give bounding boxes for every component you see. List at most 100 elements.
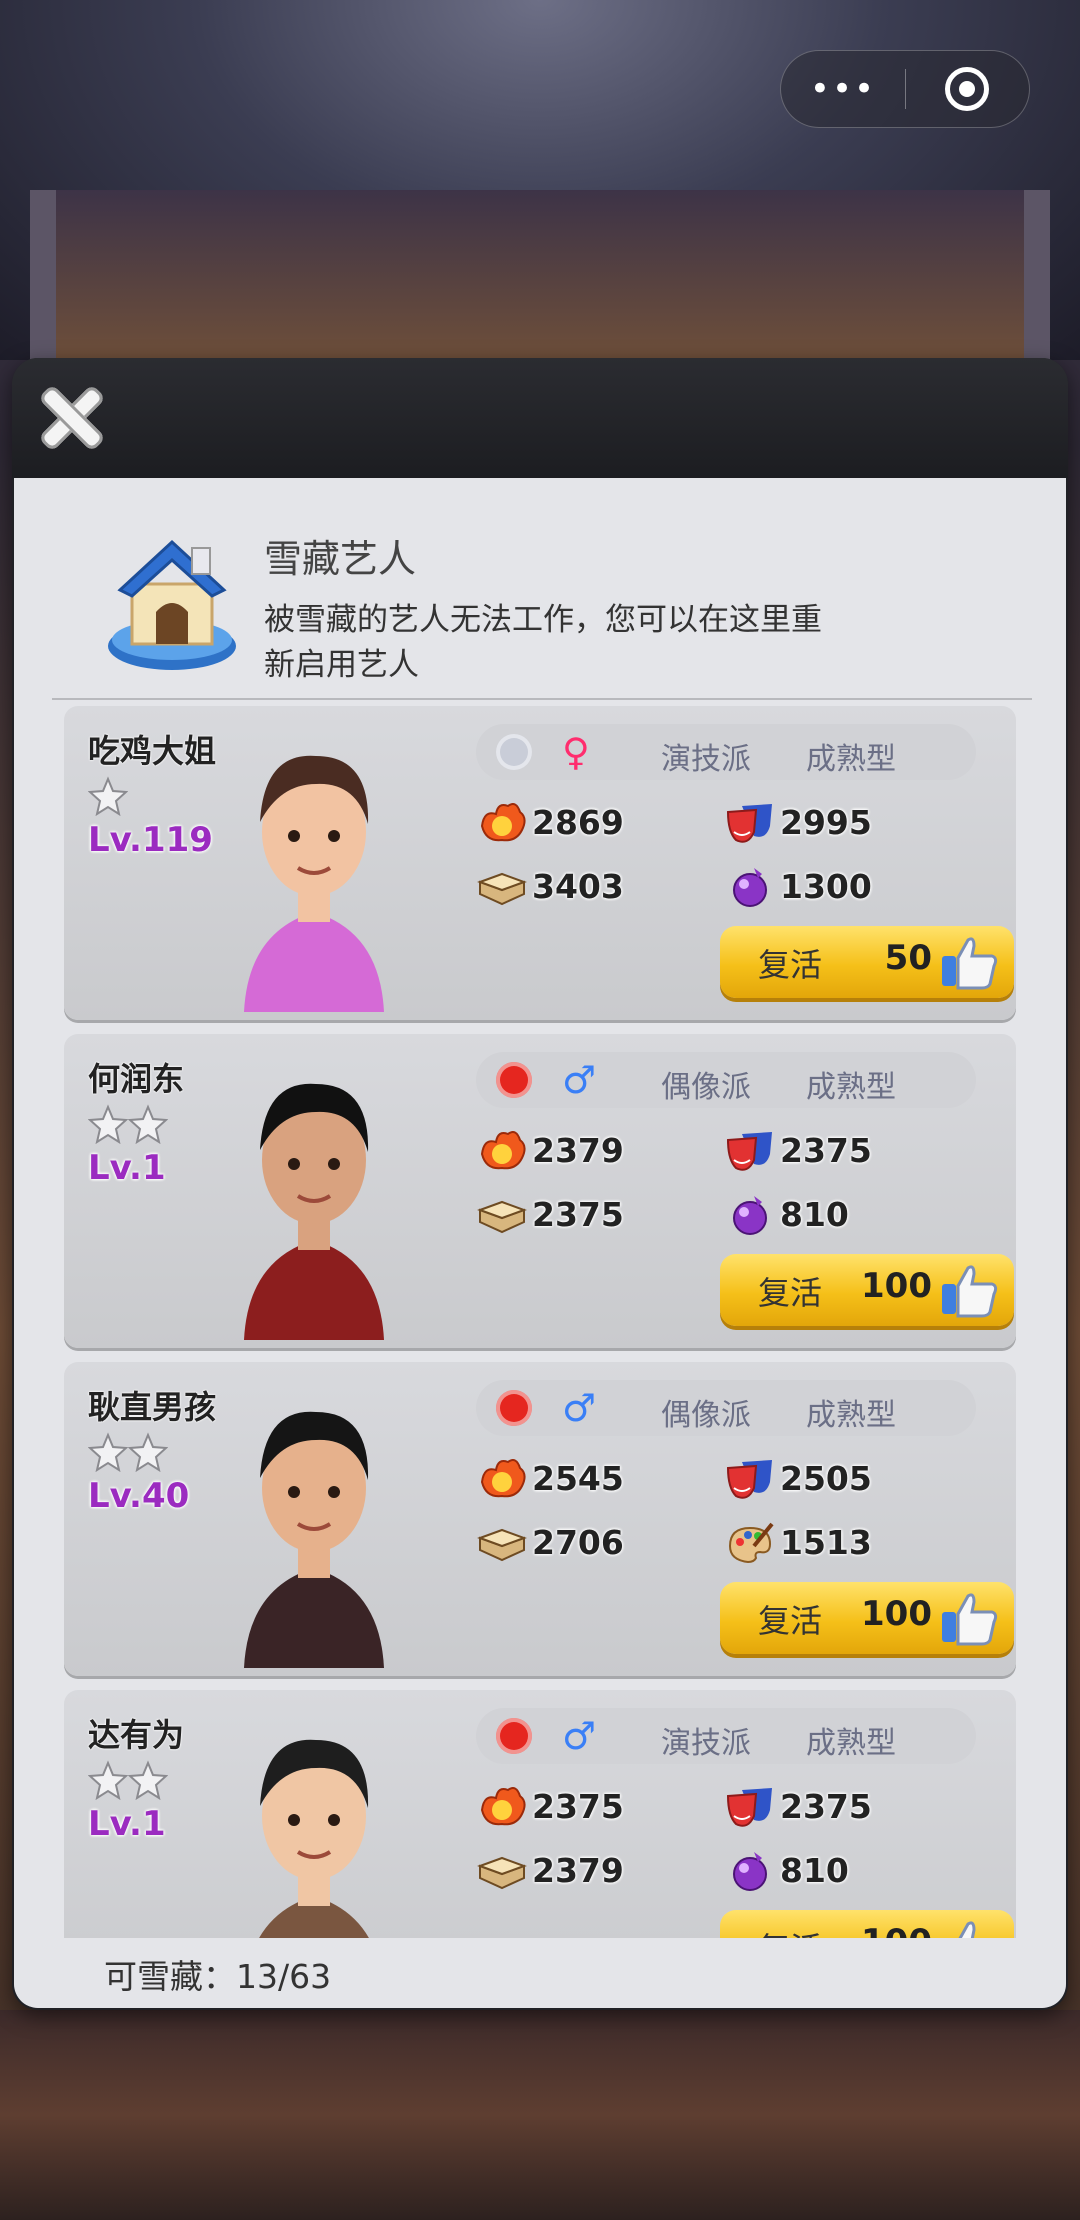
target-icon[interactable]: [906, 67, 1029, 111]
artist-style: 偶像派: [661, 1398, 751, 1433]
rank-badge-icon: [496, 734, 532, 770]
artist-stars: [87, 1432, 169, 1473]
divider: [52, 698, 1032, 700]
stat-value: 2379: [532, 1850, 624, 1890]
panel-title: 雪藏艺人: [264, 537, 417, 581]
stat-value: 3403: [532, 866, 624, 906]
artist-card: 吃鸡大姐 Lv.119 ♀ 演技派 成熟型 2869 2995 3403 130…: [64, 706, 1016, 1020]
stat-book: 2375: [476, 1188, 624, 1240]
stat-fire: 2379: [476, 1124, 624, 1176]
artist-portrait: [224, 712, 404, 1012]
artist-level: Lv.40: [88, 1476, 190, 1516]
theater-mask-icon: [724, 1124, 776, 1176]
star-icon: [87, 1104, 129, 1145]
artist-portrait: [224, 1040, 404, 1340]
close-icon[interactable]: [32, 378, 112, 458]
revive-button[interactable]: 复活 100: [720, 1910, 1014, 1938]
star-icon: [87, 1432, 129, 1473]
stat-book: 2379: [476, 1844, 624, 1896]
stat-book: 2706: [476, 1516, 624, 1568]
artist-name: 何润东: [88, 1060, 185, 1098]
thumbs-up-icon: [938, 930, 1000, 992]
doghouse-icon: [108, 539, 236, 670]
artist-info-bar: ♂ 偶像派 成熟型: [476, 1052, 976, 1108]
background-scene-bottom: [0, 2010, 1080, 2220]
artist-name: 达有为: [88, 1716, 185, 1754]
book-icon: [476, 860, 528, 912]
stat-extra: 1300: [724, 860, 872, 912]
stat-acting: 2505: [724, 1452, 872, 1504]
frozen-artists-panel: 雪藏艺人 被雪藏的艺人无法工作，您可以在这里重新启用艺人 吃鸡大姐 Lv.119…: [12, 358, 1068, 2010]
purple-gem-icon: [724, 860, 776, 912]
artist-temperament: 成熟型: [806, 1070, 896, 1105]
theater-mask-icon: [724, 1780, 776, 1832]
fire-icon: [476, 1124, 528, 1176]
mini-program-capsule: •••: [780, 50, 1030, 128]
stat-extra: 810: [724, 1188, 849, 1240]
purple-gem-icon: [724, 1188, 776, 1240]
fire-icon: [476, 1780, 528, 1832]
gender-icon: ♀: [562, 730, 590, 774]
artist-list[interactable]: 吃鸡大姐 Lv.119 ♀ 演技派 成熟型 2869 2995 3403 130…: [14, 706, 1066, 1938]
stat-value: 2379: [532, 1130, 624, 1170]
intro-section: 雪藏艺人 被雪藏的艺人无法工作，您可以在这里重新启用艺人: [14, 478, 1066, 700]
book-icon: [476, 1188, 528, 1240]
star-icon: [87, 776, 129, 817]
more-dots-icon[interactable]: •••: [781, 50, 905, 128]
artist-card: 耿直男孩 Lv.40 ♂ 偶像派 成熟型 2545 2505 2706 1513…: [64, 1362, 1016, 1676]
artist-style: 演技派: [661, 742, 751, 777]
panel-body: 雪藏艺人 被雪藏的艺人无法工作，您可以在这里重新启用艺人 吃鸡大姐 Lv.119…: [14, 478, 1066, 2008]
stat-acting: 2995: [724, 796, 872, 848]
background-pillar: [30, 190, 56, 360]
thumbs-up-icon: [938, 1258, 1000, 1320]
theater-mask-icon: [724, 796, 776, 848]
artist-portrait: [224, 1368, 404, 1668]
rank-badge-icon: [496, 1718, 532, 1754]
revive-label: 复活: [758, 1602, 823, 1640]
rank-badge-icon: [496, 1062, 532, 1098]
thumbs-up-icon: [938, 1914, 1000, 1938]
artist-style: 演技派: [661, 1726, 751, 1761]
stat-value: 1300: [780, 866, 872, 906]
artist-temperament: 成熟型: [806, 742, 896, 777]
stat-value: 2869: [532, 802, 624, 842]
stat-value: 1513: [780, 1522, 872, 1562]
artist-card: 何润东 Lv.1 ♂ 偶像派 成熟型 2379 2375 2375 810 复活…: [64, 1034, 1016, 1348]
star-icon: [87, 1760, 129, 1801]
thumbs-up-icon: [938, 1586, 1000, 1648]
stat-value: 2545: [532, 1458, 624, 1498]
gender-icon: ♂: [562, 1058, 597, 1102]
book-icon: [476, 1844, 528, 1896]
revive-button[interactable]: 复活 100: [720, 1582, 1014, 1654]
revive-button[interactable]: 复活 50: [720, 926, 1014, 998]
artist-style: 偶像派: [661, 1070, 751, 1105]
panel-header: [12, 358, 1068, 478]
stat-value: 2995: [780, 802, 872, 842]
paint-palette-icon: [724, 1516, 776, 1568]
stat-fire: 2545: [476, 1452, 624, 1504]
artist-level: Lv.1: [88, 1148, 166, 1188]
stat-acting: 2375: [724, 1124, 872, 1176]
stat-extra: 810: [724, 1844, 849, 1896]
stat-value: 2375: [532, 1786, 624, 1826]
artist-card: 达有为 Lv.1 ♂ 演技派 成熟型 2375 2375 2379 810: [64, 1690, 1016, 1938]
stat-book: 3403: [476, 860, 624, 912]
panel-description: 被雪藏的艺人无法工作，您可以在这里重新启用艺人: [264, 602, 822, 683]
artist-level: Lv.119: [88, 820, 213, 860]
artist-info-bar: ♀ 演技派 成熟型: [476, 724, 976, 780]
stat-fire: 2869: [476, 796, 624, 848]
revive-cost: 100: [861, 1266, 932, 1306]
stat-extra: 1513: [724, 1516, 872, 1568]
artist-info-bar: ♂ 偶像派 成熟型: [476, 1380, 976, 1436]
artist-stars: [87, 776, 129, 817]
gender-icon: ♂: [562, 1714, 597, 1758]
background-pillar: [1024, 190, 1050, 360]
gender-icon: ♂: [562, 1386, 597, 1430]
stat-value: 2505: [780, 1458, 872, 1498]
revive-button[interactable]: 复活 100: [720, 1254, 1014, 1326]
stat-value: 2706: [532, 1522, 624, 1562]
rank-badge-icon: [496, 1390, 532, 1426]
revive-cost: 100: [861, 1594, 932, 1634]
revive-label: 复活: [758, 946, 823, 984]
stat-acting: 2375: [724, 1780, 872, 1832]
